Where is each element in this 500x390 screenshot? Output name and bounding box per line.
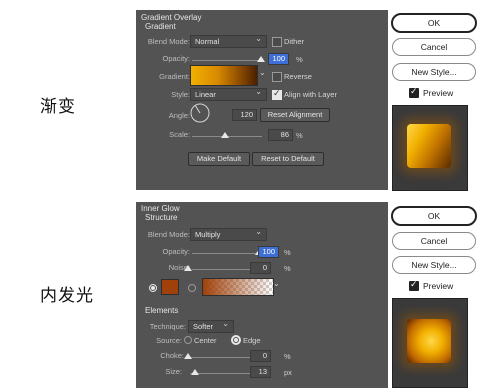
preview-swatch <box>407 319 451 363</box>
new-style-button[interactable]: New Style... <box>392 63 476 81</box>
ok-button[interactable]: OK <box>391 206 477 226</box>
opacity-unit: % <box>296 55 303 64</box>
cancel-button[interactable]: Cancel <box>392 38 476 56</box>
reset-alignment-button[interactable]: Reset Alignment <box>260 108 330 122</box>
gradient-overlay-panel: Gradient Overlay Gradient Blend Mode: No… <box>136 10 388 190</box>
opacity-slider[interactable] <box>192 253 260 254</box>
dither-checkbox[interactable] <box>272 37 282 47</box>
size-slider[interactable] <box>190 373 258 374</box>
blend-mode-label: Blend Mode: <box>147 230 190 239</box>
chevron-down-icon[interactable]: ⌄ <box>273 279 280 288</box>
size-label: Size: <box>165 367 182 376</box>
opacity-label: Opacity: <box>162 247 190 256</box>
edge-label: Edge <box>243 336 261 345</box>
noise-label: Noise: <box>168 263 190 272</box>
source-edge-radio[interactable] <box>231 335 241 345</box>
noise-unit: % <box>284 264 291 273</box>
choke-slider-thumb[interactable] <box>184 353 192 359</box>
dither-label: Dither <box>284 37 305 46</box>
scale-unit: % <box>296 131 303 140</box>
opacity-slider[interactable] <box>192 60 262 61</box>
choke-input[interactable]: 0 <box>250 350 271 362</box>
cancel-button[interactable]: Cancel <box>392 232 476 250</box>
preview-swatch <box>407 124 451 168</box>
scale-input[interactable]: 86 <box>268 129 293 141</box>
center-label: Center <box>194 336 217 345</box>
opacity-label: Opacity: <box>162 54 190 63</box>
inner-glow-panel: Inner Glow Structure Blend Mode: Multipl… <box>136 202 388 388</box>
opacity-input[interactable]: 100 <box>258 246 279 258</box>
noise-input[interactable]: 0 <box>250 262 271 274</box>
chevron-down-icon[interactable]: ⌄ <box>259 68 266 77</box>
gradient-label: Gradient: <box>159 72 190 81</box>
size-input[interactable]: 13 <box>250 366 271 378</box>
blend-mode-select[interactable]: Multiply <box>190 226 267 241</box>
technique-label: Technique: <box>149 322 186 331</box>
opacity-slider-thumb[interactable] <box>257 56 265 62</box>
choke-unit: % <box>284 352 291 361</box>
structure-title: Structure <box>145 213 178 222</box>
scale-label: Scale: <box>169 130 190 139</box>
opacity-unit: % <box>284 248 291 257</box>
size-slider-thumb[interactable] <box>191 369 199 375</box>
gradient-radio[interactable] <box>188 284 196 292</box>
panel-title: Inner Glow <box>141 204 180 213</box>
style-select[interactable]: Linear <box>190 86 267 101</box>
angle-dial[interactable] <box>190 103 210 123</box>
gradient-swatch[interactable] <box>190 65 258 86</box>
preview-thumbnail <box>392 298 468 388</box>
reverse-label: Reverse <box>284 72 312 81</box>
technique-select[interactable]: Softer <box>188 318 234 333</box>
blend-mode-label: Blend Mode: <box>147 37 190 46</box>
inner-glow-caption: 内发光 <box>40 286 94 306</box>
section-title: Gradient <box>145 22 176 31</box>
panel-title: Gradient Overlay <box>141 13 202 22</box>
new-style-button[interactable]: New Style... <box>392 256 476 274</box>
opacity-input[interactable]: 100 <box>268 53 289 65</box>
blend-mode-select[interactable]: Normal <box>190 33 267 48</box>
reset-to-default-button[interactable]: Reset to Default <box>252 152 324 166</box>
source-label: Source: <box>156 336 182 345</box>
make-default-button[interactable]: Make Default <box>188 152 250 166</box>
preview-checkbox[interactable] <box>409 279 419 291</box>
glow-gradient-swatch[interactable] <box>202 278 274 296</box>
preview-label: Preview <box>423 88 454 98</box>
reverse-checkbox[interactable] <box>272 72 282 82</box>
align-with-layer-label: Align with Layer <box>284 90 337 99</box>
choke-slider[interactable] <box>190 357 258 358</box>
glow-color-swatch[interactable] <box>161 279 179 295</box>
choke-label: Choke: <box>160 351 184 360</box>
ok-button[interactable]: OK <box>391 13 477 33</box>
preview-label: Preview <box>423 281 454 291</box>
angle-input[interactable]: 120 <box>232 109 257 121</box>
gradient-caption: 渐变 <box>40 97 76 117</box>
size-unit: px <box>284 368 292 377</box>
style-label: Style: <box>171 90 190 99</box>
noise-slider-thumb[interactable] <box>184 265 192 271</box>
source-center-radio[interactable] <box>184 336 192 344</box>
scale-slider-thumb[interactable] <box>221 132 229 138</box>
align-with-layer-checkbox[interactable] <box>272 88 282 100</box>
preview-thumbnail <box>392 105 468 191</box>
elements-title: Elements <box>145 306 179 315</box>
angle-label: Angle: <box>168 111 190 120</box>
solid-color-radio[interactable] <box>149 284 157 292</box>
preview-checkbox[interactable] <box>409 86 419 98</box>
